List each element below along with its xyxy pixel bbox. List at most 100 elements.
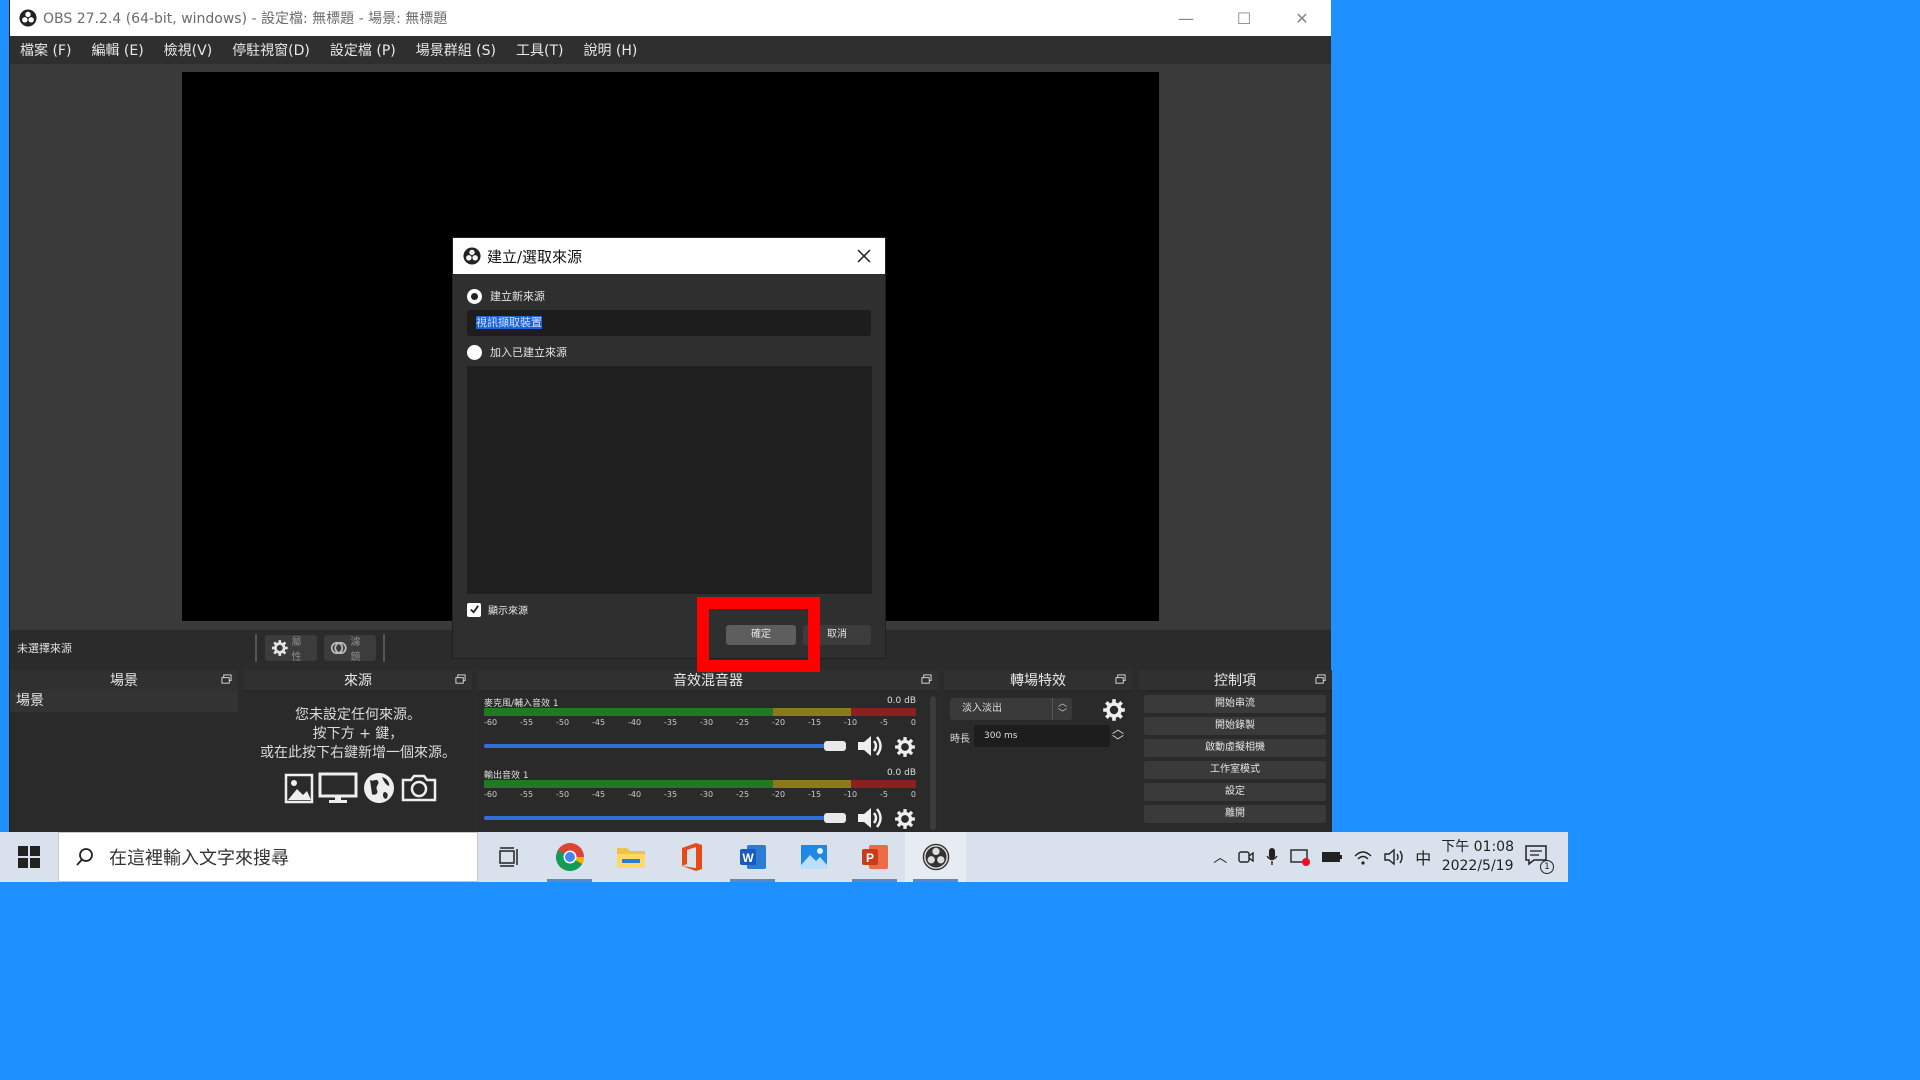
undock-icon[interactable] bbox=[1115, 674, 1126, 685]
controls-dock: 控制項 開始串流 開始錄製 啟動虛擬相機 工作室模式 設定 離開 bbox=[1138, 670, 1332, 832]
sources-list[interactable]: 您未設定任何來源。 按下方 + 鍵， 或在此按下右鍵新增一個來源。 bbox=[244, 692, 472, 832]
filter-icon bbox=[330, 641, 347, 655]
controls-title: 控制項 bbox=[1214, 673, 1256, 689]
gear-icon bbox=[271, 640, 288, 656]
powerpoint-icon: P bbox=[861, 845, 888, 869]
start-virtual-camera-button[interactable]: 啟動虛擬相機 bbox=[1144, 739, 1326, 757]
mixer-title: 音效混音器 bbox=[673, 673, 743, 689]
taskbar-chrome[interactable] bbox=[539, 832, 600, 882]
volume-slider-handle[interactable] bbox=[824, 813, 846, 823]
dialog-title: 建立/選取來源 bbox=[487, 247, 583, 266]
audio-mixer-dock: 音效混音器 麥克風/輔入音效 1 0.0 dB -60 -55 -50 -45 -40-… bbox=[478, 670, 938, 832]
menu-view[interactable]: 檢視(V) bbox=[154, 40, 223, 60]
start-streaming-button[interactable]: 開始串流 bbox=[1144, 695, 1326, 713]
tick-label: -30 bbox=[700, 718, 714, 727]
menu-profile[interactable]: 設定檔 (P) bbox=[320, 40, 406, 60]
image-icon bbox=[284, 773, 314, 804]
tick-label: 0 bbox=[910, 790, 916, 799]
meet-now-icon[interactable] bbox=[1237, 848, 1255, 866]
speaker-icon[interactable] bbox=[856, 806, 884, 830]
studio-mode-button[interactable]: 工作室模式 bbox=[1144, 761, 1326, 779]
taskbar-word[interactable]: W bbox=[722, 832, 783, 882]
volume-slider[interactable] bbox=[484, 816, 844, 820]
source-name-input[interactable]: 視訊擷取裝置 bbox=[467, 310, 871, 336]
menu-scene-collection[interactable]: 場景群組 (S) bbox=[406, 40, 506, 60]
properties-button[interactable]: 屬性 bbox=[265, 635, 317, 663]
filters-button[interactable]: 濾鏡 bbox=[324, 635, 376, 663]
volume-icon[interactable] bbox=[1383, 848, 1405, 866]
gear-icon[interactable] bbox=[894, 736, 916, 758]
chevron-up-icon[interactable]: ︿ bbox=[1213, 847, 1227, 867]
task-view-button[interactable] bbox=[478, 832, 539, 882]
undock-icon[interactable] bbox=[921, 674, 932, 685]
make-visible-checkbox[interactable] bbox=[467, 602, 481, 617]
start-button[interactable] bbox=[0, 832, 58, 882]
volume-meter bbox=[484, 780, 916, 788]
menu-edit[interactable]: 編輯 (E) bbox=[81, 40, 153, 60]
existing-sources-list[interactable] bbox=[467, 366, 872, 594]
transitions-dock-title: 轉場特效 bbox=[944, 670, 1132, 690]
maximize-button[interactable]: ☐ bbox=[1215, 0, 1273, 36]
taskbar-powerpoint[interactable]: P bbox=[844, 832, 905, 882]
ime-indicator[interactable]: 中 bbox=[1415, 845, 1431, 869]
make-visible-row[interactable]: 顯示來源 bbox=[467, 602, 528, 617]
no-source-selected-label: 未選擇來源 bbox=[17, 642, 72, 655]
volume-slider-handle[interactable] bbox=[824, 741, 846, 751]
taskbar-obs[interactable] bbox=[905, 832, 966, 882]
add-existing-radio[interactable] bbox=[467, 344, 482, 360]
mixer-scrollbar[interactable] bbox=[930, 696, 936, 830]
checkmark-icon bbox=[469, 605, 479, 614]
exit-button[interactable]: 離開 bbox=[1144, 805, 1326, 823]
tick-label: -35 bbox=[664, 790, 678, 799]
running-indicator bbox=[913, 879, 958, 882]
menu-help[interactable]: 說明 (H) bbox=[573, 40, 647, 60]
screen-record-icon[interactable] bbox=[1289, 847, 1311, 867]
svg-text:P: P bbox=[865, 851, 873, 865]
microphone-icon[interactable] bbox=[1265, 847, 1279, 867]
wifi-icon[interactable] bbox=[1353, 848, 1373, 866]
tick-label: -15 bbox=[808, 790, 822, 799]
add-existing-radio-row[interactable]: 加入已建立來源 bbox=[467, 344, 567, 360]
transitions-title: 轉場特效 bbox=[1010, 673, 1066, 689]
menu-tools[interactable]: 工具(T) bbox=[506, 40, 573, 60]
empty-line-3: 或在此按下右鍵新增一個來源。 bbox=[260, 745, 456, 761]
taskbar-office[interactable] bbox=[661, 832, 722, 882]
duration-value: 300 ms bbox=[984, 731, 1018, 741]
duration-input[interactable]: 300 ms bbox=[974, 725, 1110, 747]
create-new-radio-row[interactable]: 建立新來源 bbox=[467, 288, 545, 304]
undock-icon[interactable] bbox=[455, 674, 466, 685]
obs-logo-icon bbox=[19, 9, 37, 27]
tick-label: -40 bbox=[628, 718, 642, 727]
tick-label: 0 bbox=[910, 718, 916, 727]
taskbar-photos[interactable] bbox=[783, 832, 844, 882]
menu-bar: 檔案 (F) 編輯 (E) 檢視(V) 停駐視窗(D) 設定檔 (P) 場景群組… bbox=[10, 36, 1331, 64]
volume-slider[interactable] bbox=[484, 744, 844, 748]
menu-docks[interactable]: 停駐視窗(D) bbox=[222, 40, 320, 60]
empty-line-2: 按下方 + 鍵， bbox=[312, 726, 404, 742]
gear-icon[interactable] bbox=[1102, 698, 1126, 722]
undock-icon[interactable] bbox=[221, 674, 232, 685]
duration-spinner-icon[interactable]: ︿ ﹀ bbox=[1112, 723, 1124, 747]
start-recording-button[interactable]: 開始錄製 bbox=[1144, 717, 1326, 735]
taskbar-clock[interactable]: 下午 01:08 2022/5/19 bbox=[1441, 838, 1514, 876]
add-existing-label: 加入已建立來源 bbox=[490, 346, 567, 359]
transition-select[interactable]: 淡入淡出 ︿ ﹀ bbox=[950, 698, 1072, 720]
taskbar-search-box[interactable]: 在這裡輸入文字來搜尋 bbox=[58, 832, 478, 882]
scenes-list: 場景 bbox=[10, 690, 238, 832]
notification-center-button[interactable]: 1 bbox=[1524, 844, 1554, 874]
chrome-icon bbox=[555, 843, 584, 871]
settings-button[interactable]: 設定 bbox=[1144, 783, 1326, 801]
close-button[interactable]: ✕ bbox=[1273, 0, 1331, 36]
tick-label: -55 bbox=[520, 790, 534, 799]
menu-file[interactable]: 檔案 (F) bbox=[10, 40, 81, 60]
gear-icon[interactable] bbox=[894, 808, 916, 830]
taskbar-file-explorer[interactable] bbox=[600, 832, 661, 882]
battery-icon[interactable] bbox=[1321, 849, 1343, 865]
minimize-button[interactable]: — bbox=[1157, 0, 1215, 36]
undock-icon[interactable] bbox=[1315, 674, 1326, 685]
close-icon[interactable] bbox=[855, 247, 873, 265]
speaker-icon[interactable] bbox=[856, 734, 884, 758]
scene-item[interactable]: 場景 bbox=[10, 690, 238, 712]
create-new-radio[interactable] bbox=[467, 288, 482, 304]
dialog-title-bar: 建立/選取來源 bbox=[453, 238, 885, 274]
